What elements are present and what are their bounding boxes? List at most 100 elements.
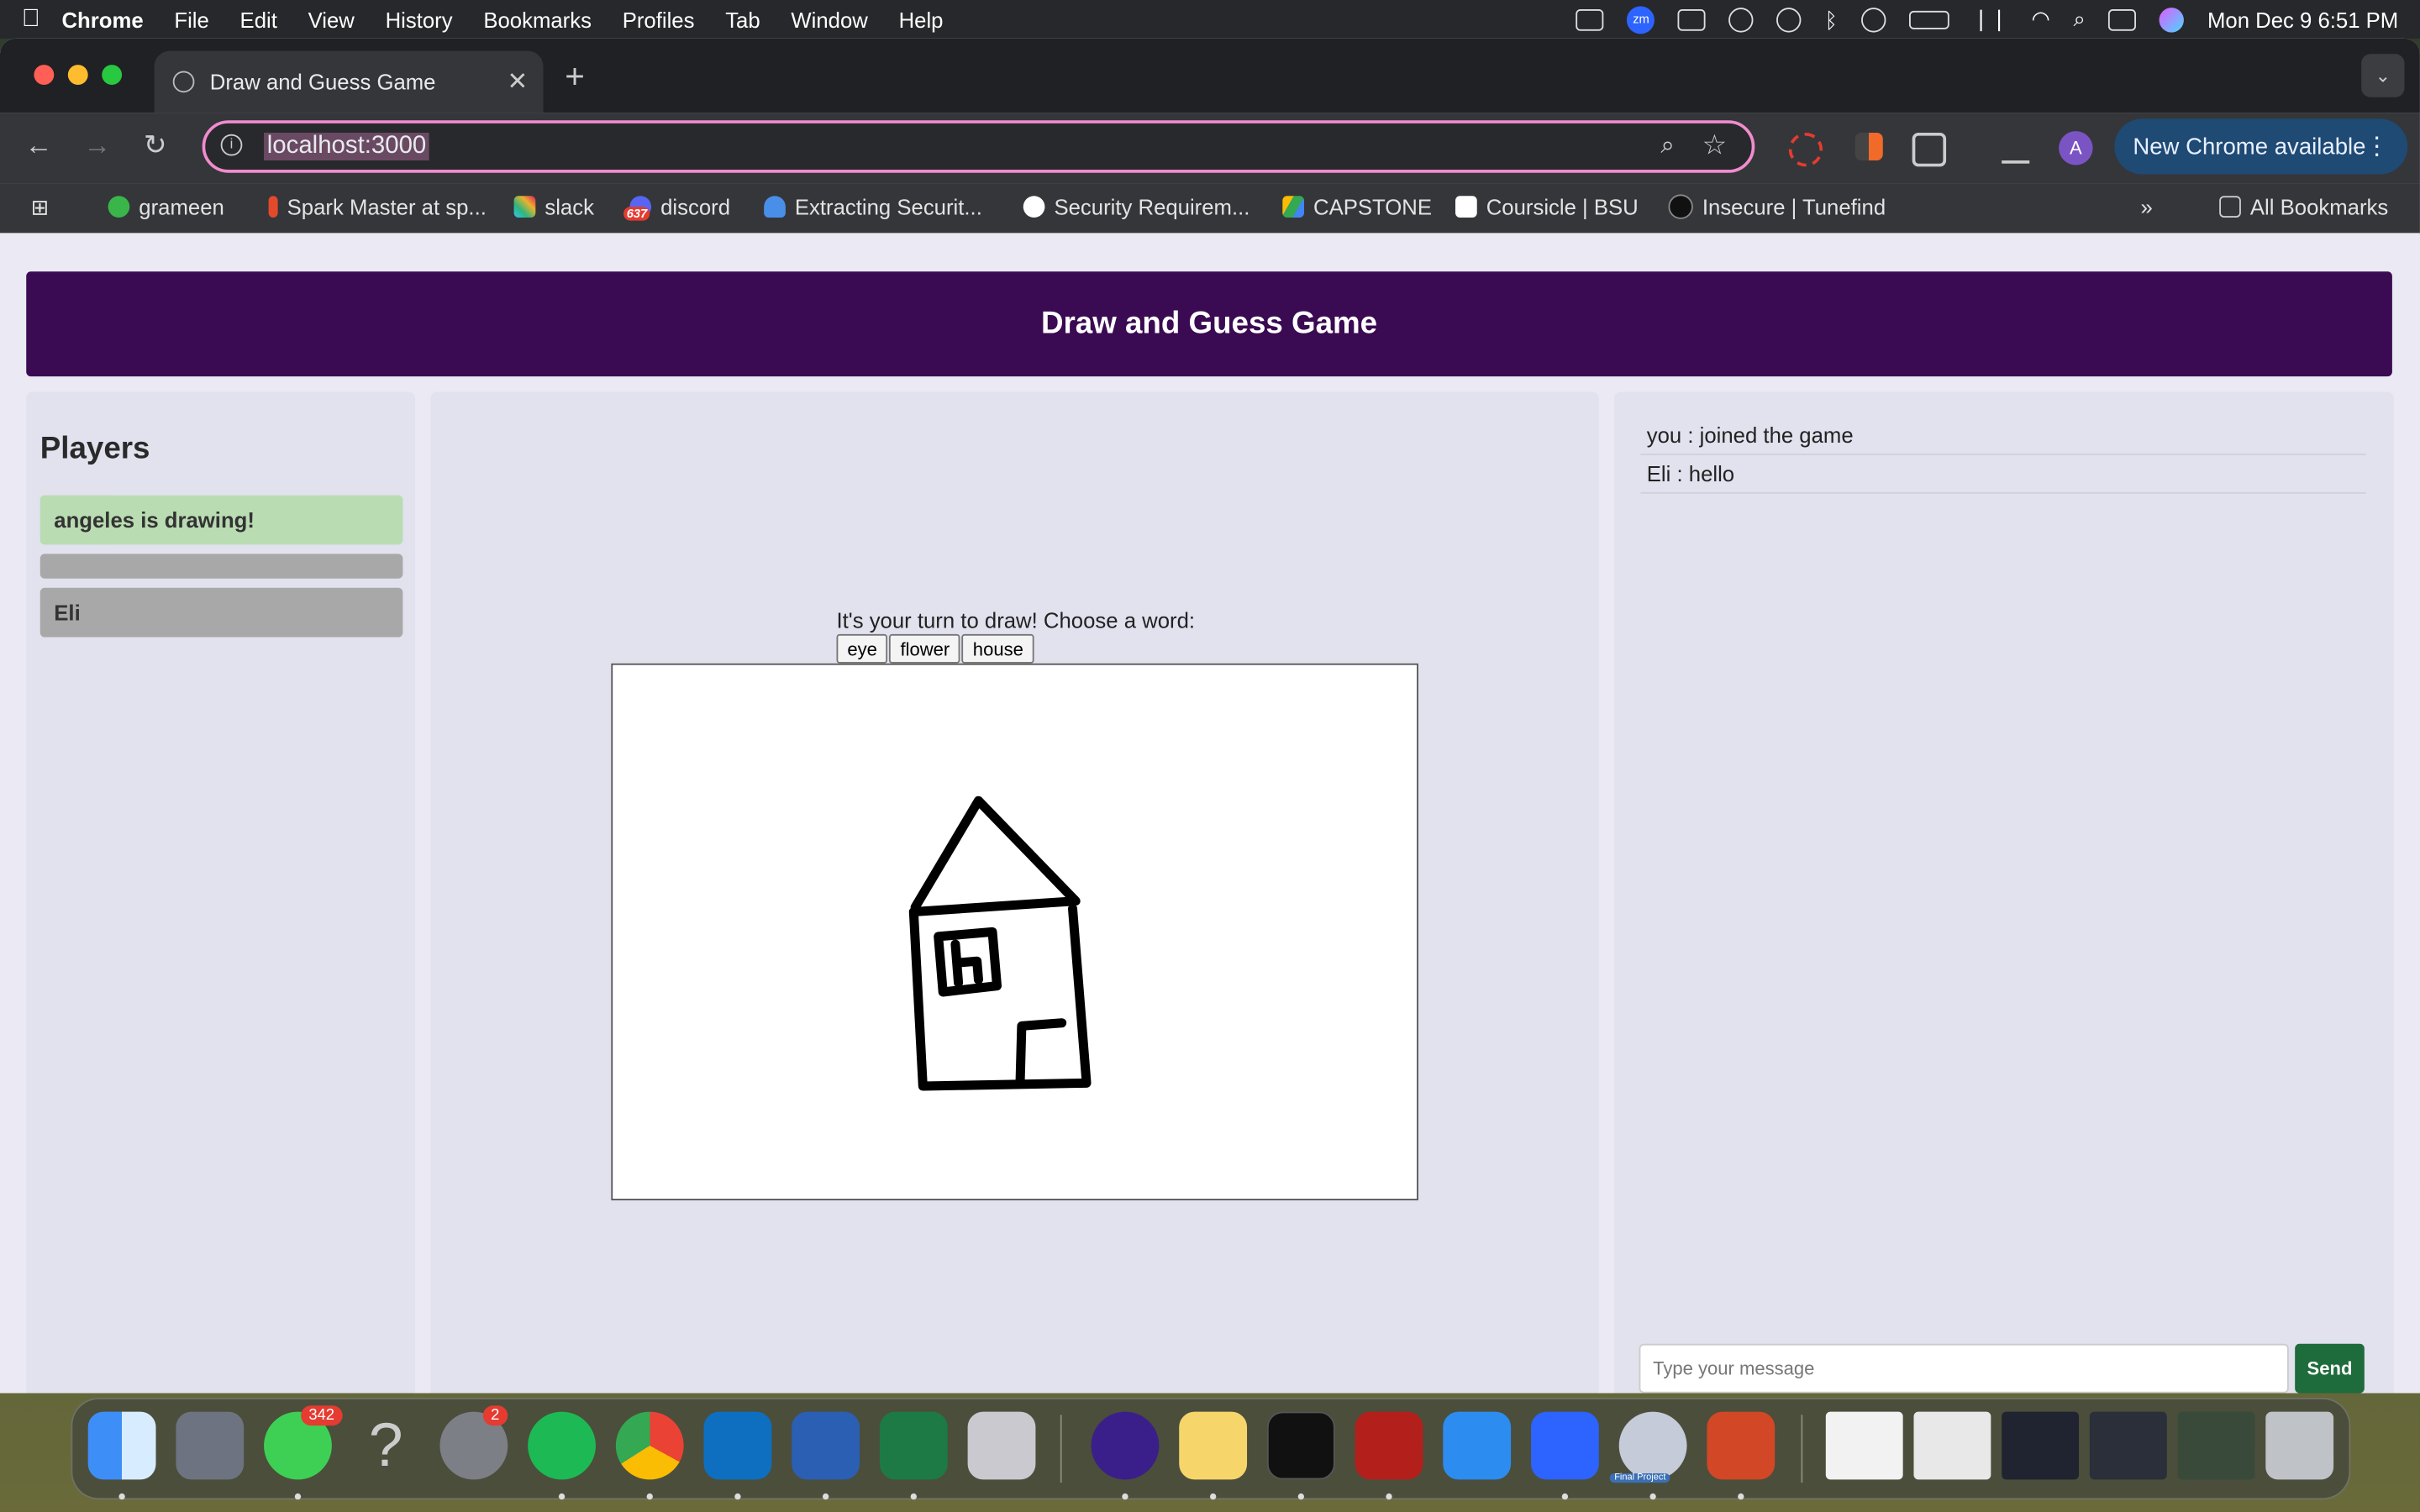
close-tab-icon[interactable]: ✕ [508,66,529,97]
menu-profiles[interactable]: Profiles [623,7,695,31]
window-thumbnail[interactable] [1825,1411,1903,1480]
menu-app-name[interactable]: Chrome [61,7,143,31]
chat-message: you : joined the game [1640,417,2366,455]
word-choice-buttons: eye flower house [836,633,1035,664]
app-status-icon[interactable] [1678,8,1707,30]
drawing-canvas[interactable] [611,663,1418,1200]
window-thumbnail[interactable] [1913,1411,1991,1480]
stage-manager-icon[interactable] [1576,8,1604,30]
iphone-mirroring-icon[interactable] [967,1411,1036,1480]
site-info-icon[interactable]: i [220,134,243,156]
menu-help[interactable]: Help [899,7,944,31]
bookmark-extracting-securit[interactable]: Extracting Securit... [764,194,982,219]
launchpad-icon[interactable] [176,1411,245,1480]
menu-edit[interactable]: Edit [240,7,277,31]
battery-icon[interactable] [1908,9,1949,29]
bookmark-star-icon[interactable]: ☆ [1702,129,1728,162]
extension-icon-orange[interactable] [1854,132,1883,161]
word-button-flower[interactable]: flower [889,633,961,664]
game-header: Draw and Guess Game [26,271,2392,377]
powerpoint-icon[interactable] [1707,1411,1776,1480]
chat-panel: you : joined the game Eli : hello Type y… [1614,391,2394,1394]
spotify-icon[interactable] [528,1411,596,1480]
profile-avatar[interactable]: A [2059,131,2093,165]
player-name: Eli [54,600,81,625]
more-menu-icon[interactable]: ⋮ [2365,131,2389,162]
r-studio-icon[interactable] [1618,1411,1687,1480]
notes-icon[interactable] [1179,1411,1248,1480]
xcode-icon[interactable] [1443,1411,1512,1480]
zoom-icon[interactable] [1531,1411,1599,1480]
bookmark-spark-master[interactable]: Spark Master at sp... [268,194,487,219]
finder-icon[interactable] [87,1411,156,1480]
apple-menu-icon[interactable]:  [0,5,61,33]
send-button[interactable]: Send [2295,1343,2365,1394]
window-thumbnail[interactable] [2177,1411,2255,1480]
datetime[interactable]: Mon Dec 9 6:51 PM [2207,7,2398,31]
search-icon[interactable]: ⌕ [2073,6,2085,32]
zoom-icon[interactable]: ⌕ [1660,133,1674,160]
terminal-icon[interactable] [1266,1411,1335,1480]
chrome-icon[interactable] [615,1411,684,1480]
minimize-window-button[interactable] [67,65,88,86]
url-text[interactable]: localhost:3000 [264,132,429,161]
menu-history[interactable]: History [386,7,453,31]
forward-button[interactable]: → [83,129,111,162]
bookmark-coursicle[interactable]: Coursicle | BSU [1455,194,1639,219]
new-tab-button[interactable]: + [565,57,585,97]
menu-view[interactable]: View [308,7,355,31]
maximize-window-button[interactable] [102,65,123,86]
reload-button[interactable]: ↻ [144,129,167,162]
tab-search-button[interactable]: ⌄ [2361,54,2405,97]
menu-tab[interactable]: Tab [725,7,760,31]
game-title: Draw and Guess Game [1040,306,1378,340]
control-center-icon[interactable] [2108,8,2137,30]
word-button-eye[interactable]: eye [836,633,888,664]
menu-bookmarks[interactable]: Bookmarks [483,7,592,31]
excel-icon[interactable] [879,1411,948,1480]
acrobat-icon[interactable] [1355,1411,1423,1480]
bookmark-grameen[interactable]: grameen [108,194,224,219]
globe-icon [172,71,195,93]
status-icons: zm ᛒ ❘❘ ◠ ⌕ Mon Dec 9 6:51 PM [1576,0,2398,39]
siri-icon[interactable] [2160,7,2185,32]
bookmark-slack[interactable]: slack [513,194,594,219]
trash-icon[interactable] [2265,1411,2334,1480]
tab-draw-and-guess[interactable]: Draw and Guess Game ✕ [154,50,544,113]
dock-separator [1801,1415,1803,1483]
play-icon[interactable] [1776,7,1802,32]
downloads-icon[interactable] [2002,133,2030,164]
bookmark-discord[interactable]: 637 discord [623,194,730,221]
bookmark-tunefind[interactable]: Insecure | Tunefind [1668,194,1886,219]
menu-window[interactable]: Window [791,7,867,31]
new-chrome-available-button[interactable]: New Chrome available ⋮ [2114,118,2408,175]
word-icon[interactable] [792,1411,860,1480]
wifi-icon[interactable]: ◠ [2031,6,2049,32]
airpods-icon[interactable]: ❘❘ [1972,6,2008,32]
back-button[interactable]: ← [24,129,52,162]
vscode-icon[interactable] [703,1411,772,1480]
bookmark-security-requirem[interactable]: Security Requirem... [1023,194,1249,219]
apps-grid-icon[interactable]: ⊞ [31,194,50,220]
window-thumbnail[interactable] [2002,1411,2080,1480]
chat-message-input[interactable]: Type your message [1639,1343,2289,1394]
sync-icon[interactable] [1728,7,1754,32]
user-icon[interactable] [1860,7,1886,32]
bookmarks-bar: ⊞ grameen Spark Master at sp... slack 63… [0,183,2420,235]
more-bookmarks-icon[interactable]: » [2141,194,2153,218]
bookmark-capstone[interactable]: CAPSTONE [1282,194,1432,219]
all-bookmarks-button[interactable]: All Bookmarks [2219,194,2388,219]
menu-file[interactable]: File [174,7,208,31]
extensions-puzzle-icon[interactable] [1912,132,1947,167]
window-thumbnail[interactable] [2089,1411,2167,1480]
bluetooth-icon[interactable]: ᛒ [1825,7,1838,31]
macos-menu-bar:  Chrome File Edit View History Bookmark… [0,0,2420,39]
address-bar[interactable]: i localhost:3000 ⌕ ☆ [202,120,1755,173]
close-window-button[interactable] [34,65,55,86]
word-choice-prompt: It's your turn to draw! Choose a word: [836,607,1196,633]
zoom-status-icon[interactable]: zm [1627,5,1655,34]
purple-app-icon[interactable] [1091,1411,1160,1480]
extension-icon-red[interactable] [1788,132,1823,167]
word-button-house[interactable]: house [961,633,1034,664]
help-icon[interactable]: ? [352,1412,420,1480]
